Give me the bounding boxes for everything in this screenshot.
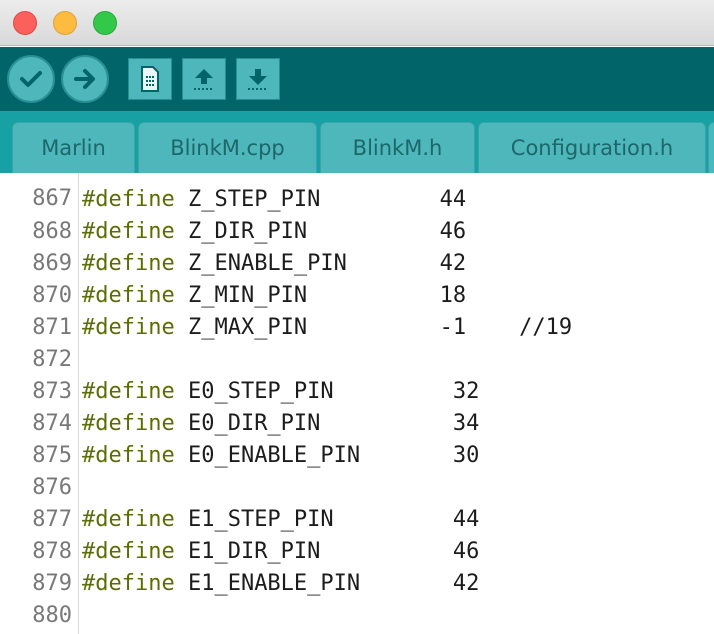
- code-editor[interactable]: 867 868 #define Z_STEP_PIN 44 869 #defin…: [0, 173, 714, 634]
- code-text: #define E1_DIR_PIN 46: [82, 536, 479, 568]
- code-content: E1_ENABLE_PIN 42: [174, 571, 480, 596]
- code-line[interactable]: 879 #define E1_DIR_PIN 46: [0, 536, 714, 596]
- new-sketch-button[interactable]: [128, 58, 172, 100]
- define-keyword: #define: [82, 411, 175, 436]
- code-text: #define Z_ENABLE_PIN 42: [82, 248, 466, 280]
- code-text: #define E0_DIR_PIN 34: [82, 408, 479, 440]
- toolbar: [0, 47, 714, 111]
- code-line[interactable]: 878 #define E1_STEP_PIN 44: [0, 504, 714, 564]
- code-line[interactable]: 875 #define E0_DIR_PIN 34: [0, 408, 714, 468]
- tab-bar: Marlin BlinkM.cpp BlinkM.h Configuration…: [0, 111, 714, 173]
- define-keyword: #define: [82, 187, 175, 212]
- save-button[interactable]: [236, 58, 280, 100]
- code-line[interactable]: 881: [0, 600, 714, 632]
- close-window-button[interactable]: [13, 11, 37, 35]
- code-content: Z_MIN_PIN 18: [174, 283, 467, 308]
- tab-overflow[interactable]: [708, 122, 714, 173]
- code-text: #define E0_ENABLE_PIN 30: [82, 440, 479, 472]
- code-line[interactable]: 877: [0, 472, 714, 532]
- code-content: Z_MAX_PIN -1 //19: [174, 315, 573, 340]
- verify-icon: [20, 71, 42, 87]
- tab-blinkm-h[interactable]: BlinkM.h: [320, 122, 475, 173]
- code-text: #define Z_MIN_PIN 18: [82, 280, 466, 312]
- code-content: E1_STEP_PIN 44: [174, 507, 480, 532]
- code-line[interactable]: 872 #define Z_MAX_PIN -1 //19: [0, 312, 714, 372]
- code-content: Z_ENABLE_PIN 42: [174, 251, 467, 276]
- code-text: #define Z_MAX_PIN -1 //19: [82, 312, 572, 344]
- tab-marlin[interactable]: Marlin: [12, 122, 135, 173]
- define-keyword: #define: [82, 315, 175, 340]
- define-keyword: #define: [82, 571, 175, 596]
- code-line[interactable]: 871 #define Z_MIN_PIN 18: [0, 280, 714, 340]
- code-line[interactable]: 868 #define Z_STEP_PIN 44: [0, 184, 714, 244]
- code-line[interactable]: 870 #define Z_ENABLE_PIN 42: [0, 248, 714, 308]
- code-content: E1_DIR_PIN 46: [174, 539, 480, 564]
- code-text: #define E0_STEP_PIN 32: [82, 376, 479, 408]
- code-line: 867: [0, 173, 714, 211]
- code-text: #define Z_STEP_PIN 44: [82, 184, 466, 216]
- define-keyword: #define: [82, 283, 175, 308]
- code-content: E0_ENABLE_PIN 30: [174, 443, 480, 468]
- code-line[interactable]: 874 #define E0_STEP_PIN 32: [0, 376, 714, 436]
- code-line[interactable]: 880 #define E1_ENABLE_PIN 42: [0, 568, 714, 628]
- save-icon: [248, 69, 268, 90]
- minimize-window-button[interactable]: [53, 11, 77, 35]
- code-line[interactable]: 876 #define E0_ENABLE_PIN 30: [0, 440, 714, 500]
- code-content: E0_DIR_PIN 34: [174, 411, 480, 436]
- code-content: Z_DIR_PIN 46: [174, 219, 467, 244]
- code-line[interactable]: 869 #define Z_DIR_PIN 46: [0, 216, 714, 276]
- code-text: #define E1_ENABLE_PIN 42: [82, 568, 479, 600]
- code-text: #define E1_STEP_PIN 44: [82, 504, 479, 536]
- upload-arrow-icon: [74, 69, 95, 89]
- open-icon: [194, 69, 214, 90]
- code-content: E0_STEP_PIN 32: [174, 379, 480, 404]
- code-line[interactable]: 873: [0, 344, 714, 404]
- define-keyword: #define: [82, 251, 175, 276]
- define-keyword: #define: [82, 539, 175, 564]
- new-sketch-icon: [141, 66, 159, 92]
- verify-button[interactable]: [7, 55, 55, 103]
- tab-blinkm-cpp[interactable]: BlinkM.cpp: [138, 122, 317, 173]
- open-button[interactable]: [182, 58, 226, 100]
- code-text: #define Z_DIR_PIN 46: [82, 216, 466, 248]
- tab-configuration-h[interactable]: Configuration.h: [478, 122, 706, 173]
- define-keyword: #define: [82, 379, 175, 404]
- upload-button[interactable]: [61, 55, 109, 103]
- define-keyword: #define: [82, 443, 175, 468]
- define-keyword: #define: [82, 507, 175, 532]
- zoom-window-button[interactable]: [93, 11, 117, 35]
- define-keyword: #define: [82, 219, 175, 244]
- code-content: Z_STEP_PIN 44: [174, 187, 467, 212]
- window-titlebar: [0, 0, 714, 46]
